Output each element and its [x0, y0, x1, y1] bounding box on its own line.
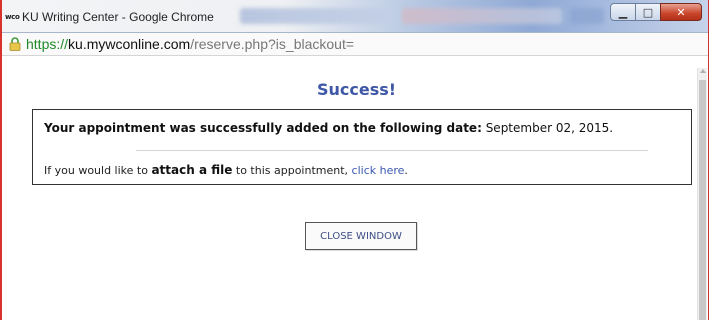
confirmation-box: Your appointment was successfully added …	[32, 109, 692, 185]
maximize-button[interactable]: □	[635, 3, 661, 21]
attach-suffix: .	[404, 164, 408, 177]
window-controls: ▁ □ ✕	[610, 3, 702, 21]
close-window-control[interactable]: ✕	[660, 3, 702, 21]
minimize-button[interactable]: ▁	[610, 3, 636, 21]
title-bar[interactable]: wco KU Writing Center - Google Chrome ▁ …	[2, 0, 708, 33]
address-bar[interactable]: https://ku.mywconline.com/reserve.php?is…	[2, 33, 708, 56]
maximize-icon: □	[642, 5, 654, 19]
close-icon: ✕	[676, 5, 686, 19]
divider	[136, 150, 648, 151]
url-path: /reserve.php?is_blackout=	[190, 36, 355, 52]
url-scheme: https://	[26, 36, 69, 52]
blurred-background-tab[interactable]	[402, 8, 562, 24]
lock-icon	[9, 37, 21, 51]
url-host: ku.mywconline.com	[68, 36, 191, 52]
attach-file-emphasis: attach a file	[151, 163, 233, 177]
site-favicon-icon: wco	[5, 13, 20, 21]
minimize-icon: ▁	[618, 5, 628, 19]
appointment-confirmation-text: Your appointment was successfully added …	[44, 121, 613, 135]
browser-window: wco KU Writing Center - Google Chrome ▁ …	[0, 0, 709, 320]
blurred-background-tab[interactable]	[570, 8, 604, 24]
page-title: Success!	[316, 80, 397, 99]
blurred-background-tab[interactable]	[240, 8, 390, 24]
close-window-button[interactable]: CLOSE WINDOW	[305, 222, 417, 250]
confirmation-label: Your appointment was successfully added …	[44, 121, 482, 135]
scrollbar-thumb[interactable]	[699, 80, 706, 320]
attach-file-text: If you would like to attach a file to th…	[44, 163, 408, 177]
scroll-up-arrow-icon[interactable]	[700, 69, 706, 73]
appointment-date: September 02, 2015.	[481, 121, 614, 135]
click-here-link[interactable]: click here	[352, 164, 405, 177]
window-title: KU Writing Center - Google Chrome	[22, 10, 214, 24]
attach-prefix: If you would like to	[44, 164, 152, 177]
attach-middle: to this appointment,	[232, 164, 352, 177]
url-text[interactable]: https://ku.mywconline.com/reserve.php?is…	[26, 36, 354, 52]
